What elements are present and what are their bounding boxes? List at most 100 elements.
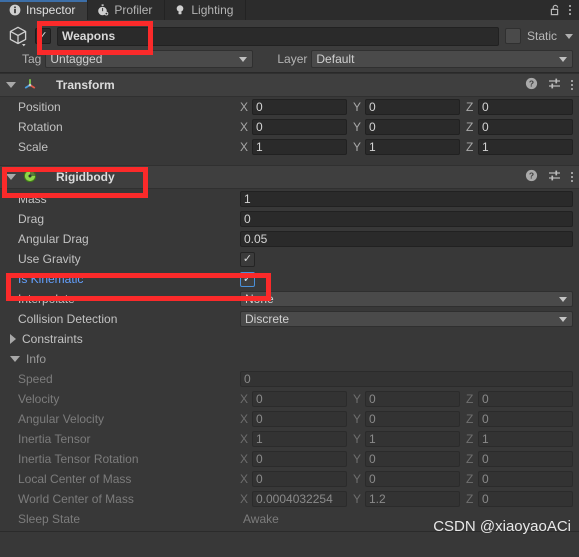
preset-sliders-icon[interactable] bbox=[548, 169, 561, 185]
axis-y-label: Y bbox=[353, 100, 362, 114]
gameobject-cube-icon[interactable] bbox=[7, 25, 29, 47]
velocity-label: Velocity bbox=[18, 392, 60, 406]
rotation-y-input[interactable]: 0 bbox=[365, 119, 460, 135]
transform-axes-icon bbox=[23, 77, 37, 94]
component-header-transform[interactable]: Transform ? bbox=[0, 73, 579, 97]
is-kinematic-checkbox[interactable]: ✓ bbox=[240, 271, 255, 287]
inertia-tensor-rotation-x-value: 0 bbox=[252, 451, 347, 467]
axis-y-label: Y bbox=[353, 120, 362, 134]
world-center-of-mass-x: X 0.0004032254 bbox=[240, 491, 347, 507]
kebab-menu-icon[interactable] bbox=[571, 80, 573, 90]
property-row-use-gravity: Use Gravity ✓ bbox=[0, 249, 579, 269]
drag-input[interactable]: 0 bbox=[240, 211, 573, 227]
kebab-menu-icon[interactable] bbox=[571, 172, 573, 182]
scale-fields: X 1 Y 1 Z 1 bbox=[240, 139, 573, 155]
position-x-input[interactable]: 0 bbox=[252, 99, 347, 115]
stopwatch-icon bbox=[97, 4, 109, 16]
mass-input[interactable]: 1 bbox=[240, 191, 573, 207]
info-foldout-icon[interactable] bbox=[10, 356, 20, 362]
axis-x-label: X bbox=[240, 452, 249, 466]
preset-sliders-icon[interactable] bbox=[548, 77, 561, 93]
inertia-tensor-x: X 1 bbox=[240, 431, 347, 447]
axis-y-label: Y bbox=[353, 492, 362, 506]
property-row-angular-drag: Angular Drag 0.05 bbox=[0, 229, 579, 249]
component-header-rigidbody[interactable]: Rigidbody ? bbox=[0, 165, 579, 189]
tab-lighting[interactable]: Lighting bbox=[165, 0, 247, 20]
constraints-foldout-icon[interactable] bbox=[10, 334, 16, 344]
rotation-label: Rotation bbox=[18, 120, 63, 134]
tag-dropdown[interactable]: Untagged bbox=[45, 50, 254, 68]
interpolate-value: None bbox=[245, 292, 274, 306]
rotation-x-input[interactable]: 0 bbox=[252, 119, 347, 135]
collision-detection-dropdown[interactable]: Discrete bbox=[240, 311, 573, 327]
velocity-x-value: 0 bbox=[252, 391, 347, 407]
rotation-x: X 0 bbox=[240, 119, 347, 135]
transform-foldout-icon[interactable] bbox=[6, 82, 16, 88]
angular-drag-fields: 0.05 bbox=[240, 231, 573, 247]
rigidbody-foldout-icon[interactable] bbox=[6, 174, 16, 180]
tag-label: Tag bbox=[22, 52, 42, 66]
tab-bar-actions bbox=[549, 0, 579, 20]
axis-x-label: X bbox=[240, 140, 249, 154]
static-dropdown-chevron-icon[interactable] bbox=[565, 33, 573, 39]
property-row-inertia-tensor: Inertia Tensor X 1 Y 1 Z 1 bbox=[0, 429, 579, 449]
gameobject-enabled-checkbox[interactable]: ✓ bbox=[35, 28, 51, 44]
position-y: Y 0 bbox=[353, 99, 460, 115]
interpolate-dropdown[interactable]: None bbox=[240, 291, 573, 307]
scale-y-input[interactable]: 1 bbox=[365, 139, 460, 155]
sleep-state-label: Sleep State bbox=[18, 512, 81, 526]
use-gravity-label: Use Gravity bbox=[18, 252, 81, 266]
velocity-z-value: 0 bbox=[478, 391, 573, 407]
collision-detection-value: Discrete bbox=[245, 312, 290, 326]
gameobject-name-input[interactable]: Weapons bbox=[57, 26, 499, 46]
transform-header-actions: ? bbox=[525, 77, 573, 93]
inertia-tensor-rotation-z: Z 0 bbox=[466, 451, 573, 467]
angular-drag-input[interactable]: 0.05 bbox=[240, 231, 573, 247]
inertia-tensor-y-value: 1 bbox=[365, 431, 460, 447]
lightbulb-icon bbox=[174, 4, 186, 16]
static-checkbox[interactable] bbox=[504, 28, 521, 44]
property-row-info[interactable]: Info bbox=[0, 349, 579, 369]
rotation-fields: X 0 Y 0 Z 0 bbox=[240, 119, 573, 135]
axis-y-label: Y bbox=[353, 432, 362, 446]
scale-z-input[interactable]: 1 bbox=[478, 139, 573, 155]
tab-bar-filler bbox=[246, 0, 549, 20]
position-z-input[interactable]: 0 bbox=[478, 99, 573, 115]
layer-label: Layer bbox=[277, 52, 308, 66]
angular-velocity-y: Y 0 bbox=[353, 411, 460, 427]
gameobject-header: ✓ Weapons Static Tag Untagged Layer Defa… bbox=[0, 20, 579, 73]
property-row-is-kinematic: Is Kinematic ✓ bbox=[0, 269, 579, 289]
scale-x-input[interactable]: 1 bbox=[252, 139, 347, 155]
axis-y-label: Y bbox=[353, 412, 362, 426]
position-y-input[interactable]: 0 bbox=[365, 99, 460, 115]
property-row-world-center-of-mass: World Center of Mass X 0.0004032254 Y 1.… bbox=[0, 489, 579, 509]
interpolate-fields: None bbox=[240, 291, 573, 307]
axis-y-label: Y bbox=[353, 140, 362, 154]
info-label: Info bbox=[26, 352, 47, 366]
world-center-of-mass-fields: X 0.0004032254 Y 1.2 Z 0 bbox=[240, 491, 573, 507]
inertia-tensor-rotation-y-value: 0 bbox=[365, 451, 460, 467]
local-center-of-mass-fields: X 0 Y 0 Z 0 bbox=[240, 471, 573, 487]
help-icon[interactable]: ? bbox=[525, 77, 538, 93]
tab-profiler-label: Profiler bbox=[114, 3, 153, 17]
layer-dropdown-value: Default bbox=[316, 52, 355, 66]
tab-inspector[interactable]: Inspector bbox=[0, 0, 89, 20]
property-row-constraints[interactable]: Constraints bbox=[0, 329, 579, 349]
axis-z-label: Z bbox=[466, 120, 474, 134]
axis-x-label: X bbox=[240, 432, 249, 446]
use-gravity-checkbox[interactable]: ✓ bbox=[240, 251, 255, 267]
rotation-z-input[interactable]: 0 bbox=[478, 119, 573, 135]
layer-dropdown[interactable]: Default bbox=[311, 50, 573, 68]
tab-inspector-label: Inspector bbox=[26, 3, 76, 17]
help-icon[interactable]: ? bbox=[525, 169, 538, 185]
rotation-y: Y 0 bbox=[353, 119, 460, 135]
lock-open-icon[interactable] bbox=[549, 4, 561, 16]
kebab-menu-icon[interactable] bbox=[569, 5, 571, 15]
gameobject-name-row: ✓ Weapons Static bbox=[0, 24, 579, 48]
property-row-angular-velocity: Angular Velocity X 0 Y 0 Z 0 bbox=[0, 409, 579, 429]
local-center-of-mass-y: Y 0 bbox=[353, 471, 460, 487]
world-center-of-mass-z: Z 0 bbox=[466, 491, 573, 507]
axis-x-label: X bbox=[240, 472, 249, 486]
use-gravity-fields: ✓ bbox=[240, 251, 573, 267]
tab-profiler[interactable]: Profiler bbox=[88, 0, 166, 20]
